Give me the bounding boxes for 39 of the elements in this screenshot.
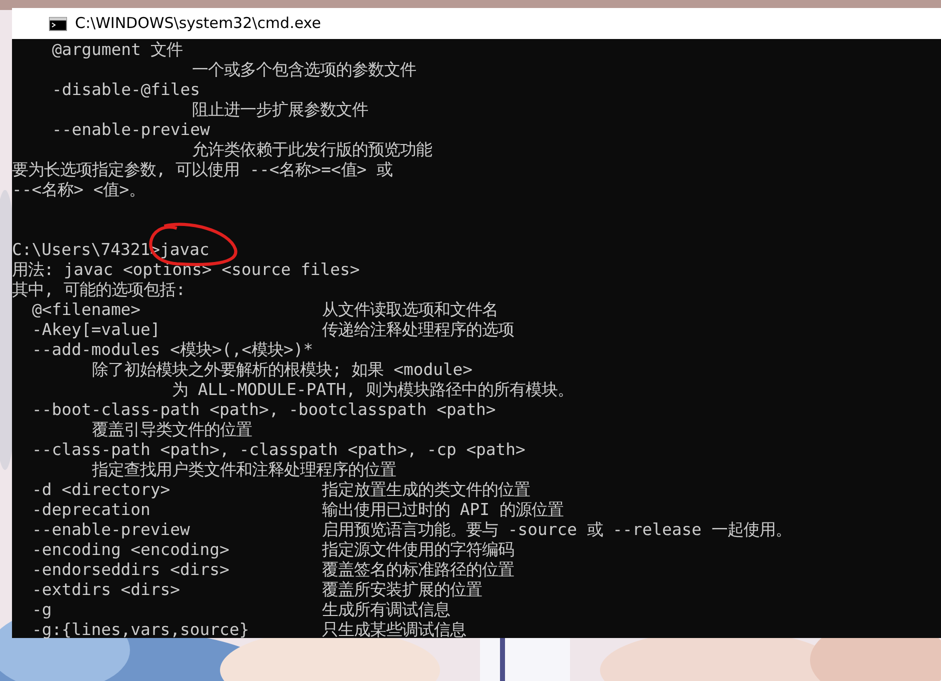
console-line: 为 ALL-MODULE-PATH, 则为模块路径中的所有模块。: [172, 380, 574, 400]
console-line: 阻止进一步扩展参数文件: [192, 100, 368, 120]
option-text: -Akey[=value]: [32, 320, 162, 340]
console-line: 一个或多个包含选项的参数文件: [192, 60, 416, 80]
option-text: -d <directory>: [32, 480, 172, 500]
window-title: C:\WINDOWS\system32\cmd.exe: [75, 13, 321, 34]
option-description: 指定源文件使用的字符编码: [322, 540, 514, 560]
option-description: 从文件读取选项和文件名: [322, 300, 498, 320]
option-text: -encoding <encoding>: [32, 540, 230, 560]
option-text: @<filename>: [32, 300, 142, 320]
console-line: 指定查找用户类文件和注释处理程序的位置: [92, 460, 396, 480]
console-line: 其中, 可能的选项包括:: [12, 280, 186, 300]
console-line: @argument 文件: [52, 40, 183, 60]
console-line: 除了初始模块之外要解析的根模块; 如果 <module>: [92, 360, 473, 380]
option-text: -g: [32, 600, 53, 620]
option-text: -deprecation: [32, 500, 152, 520]
option-text: --class-path <path>, -classpath <path>, -cp <path>: [32, 440, 526, 460]
option-description: 覆盖所安装扩展的位置: [322, 580, 482, 600]
console-line: 用法: javac <options> <source files>: [12, 260, 360, 280]
option-text: --add-modules <模块>(,<模块>)*: [32, 340, 314, 360]
option-description: 输出使用已过时的 API 的源位置: [322, 500, 564, 520]
option-text: --enable-preview: [32, 520, 191, 540]
option-text: -endorseddirs <dirs>: [32, 560, 230, 580]
console-line: 覆盖引导类文件的位置: [92, 420, 252, 440]
command-text: javac: [160, 240, 210, 260]
option-description: 指定放置生成的类文件的位置: [322, 480, 530, 500]
console-line: -disable-@files: [52, 80, 200, 100]
console-line: 允许类依赖于此发行版的预览功能: [192, 140, 432, 160]
option-text: -extdirs <dirs>: [32, 580, 182, 600]
option-description: 传递给注释处理程序的选项: [322, 320, 514, 340]
option-text: --boot-class-path <path>, -bootclasspath <path>: [32, 400, 496, 420]
option-description: 覆盖签名的标准路径的位置: [322, 560, 514, 580]
option-description: 生成所有调试信息: [322, 600, 450, 620]
console-line: 要为长选项指定参数, 可以使用 --<名称>=<值> 或: [12, 160, 393, 180]
option-text: -g:{lines,vars,source}: [32, 620, 250, 640]
option-description: 只生成某些调试信息: [322, 620, 466, 640]
option-description: 启用预览语言功能。要与 -source 或 --release 一起使用。: [322, 520, 792, 540]
console-line: --<名称> <值>。: [12, 180, 146, 200]
console-line: --enable-preview: [52, 120, 210, 140]
